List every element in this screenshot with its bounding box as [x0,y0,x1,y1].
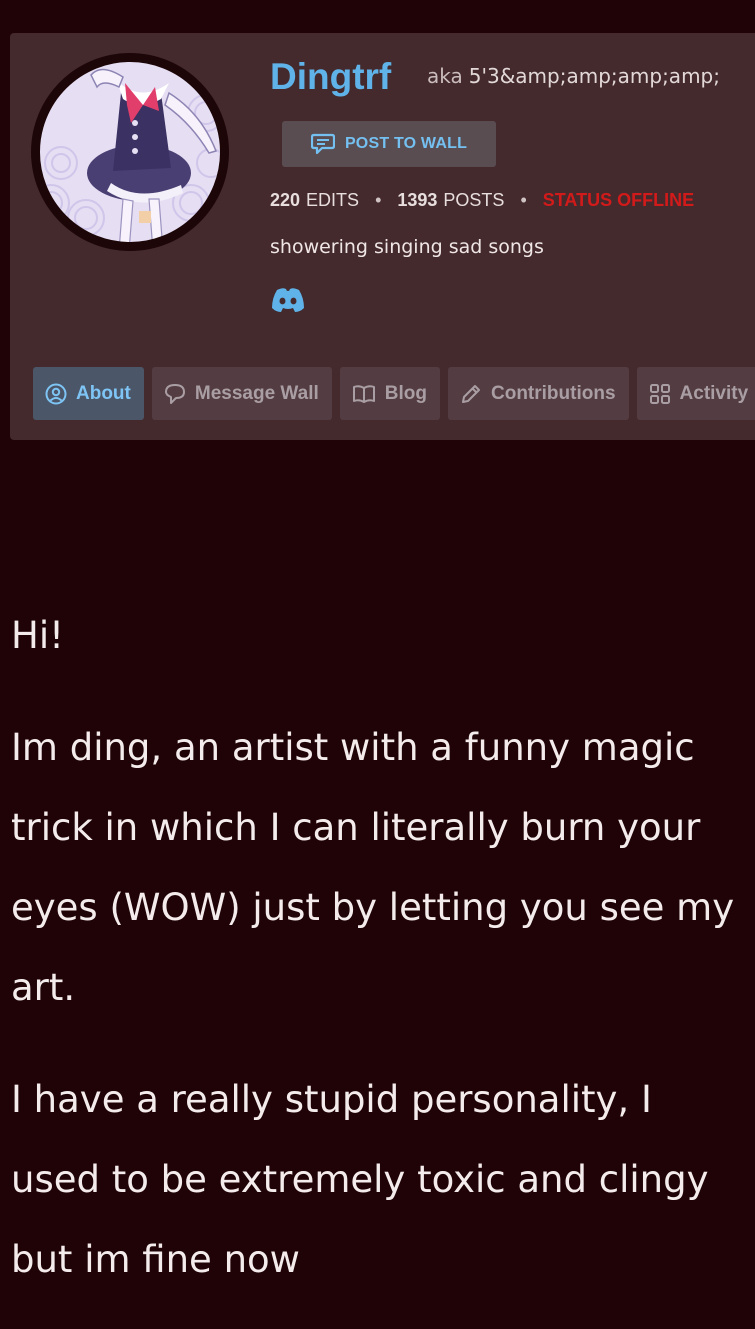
tab-contributions-label: Contributions [491,382,616,404]
tab-activity-label: Activity [679,382,749,404]
posts-count: 1393 [397,190,438,210]
about-paragraph: I have a really stupid personality, I us… [11,1078,709,1281]
profile-tabs: About Message Wall Blog Contributions Ac… [33,367,755,420]
separator-dot: • [375,190,382,210]
status-badge: STATUS OFFLINE [542,190,695,210]
posts-label: POSTS [443,190,505,210]
user-bio: showering singing sad songs [270,236,544,258]
avatar-image [34,56,226,248]
user-circle-icon [45,383,67,404]
post-to-wall-label: POST TO WALL [344,135,468,152]
speech-bubble-icon [164,383,185,404]
tab-message-wall-label: Message Wall [194,382,319,404]
tab-blog[interactable]: Blog [339,367,440,420]
tab-about-label: About [76,382,131,404]
discord-icon[interactable] [270,287,306,313]
tab-message-wall[interactable]: Message Wall [151,367,332,420]
about-content: Hi! Im ding, an artist with a funny magi… [11,596,746,1329]
tab-blog-label: Blog [384,382,427,404]
profile-page: Dingtrf aka 5'3&amp;amp;amp;amp; POST TO … [0,0,755,1329]
aka-value: 5'3&amp;amp;amp;amp; [468,64,720,88]
edits-count: 220 [270,190,301,210]
username: Dingtrf [270,56,392,97]
pencil-icon [462,384,480,403]
profile-stats: 220 EDITS • 1393 POSTS • STATUS OFFLINE [270,190,694,211]
tab-activity[interactable]: Activity [636,367,755,420]
grid-icon [649,383,670,404]
aka-label: aka [427,64,463,88]
book-icon [352,384,375,403]
post-to-wall-button[interactable]: POST TO WALL [282,121,496,167]
speech-bubble-icon [310,133,335,155]
edits-label: EDITS [306,190,360,210]
separator-dot: • [520,190,527,210]
tab-contributions[interactable]: Contributions [448,367,629,420]
about-paragraph: Hi! [11,614,64,657]
tab-about[interactable]: About [33,367,144,420]
aka-line: aka 5'3&amp;amp;amp;amp; [427,64,720,88]
avatar[interactable] [31,53,229,251]
about-paragraph: Im ding, an artist with a funny magic tr… [11,726,735,1009]
